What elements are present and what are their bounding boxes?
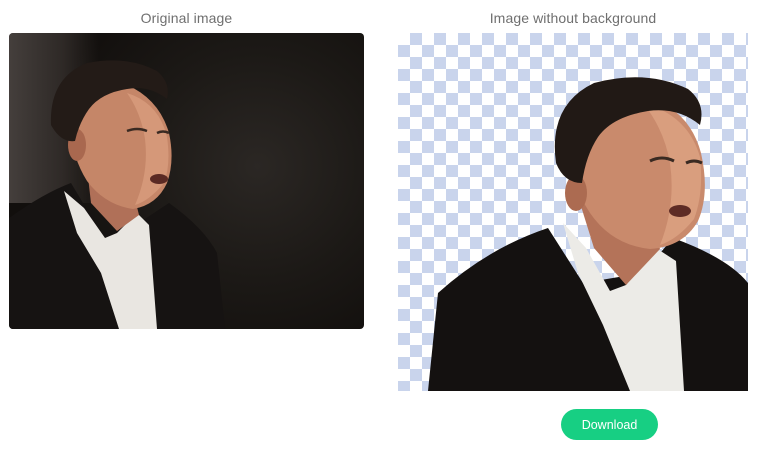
result-image-label: Image without background bbox=[489, 10, 657, 26]
person-photo bbox=[9, 33, 364, 329]
cutout-person bbox=[398, 33, 748, 391]
original-image bbox=[9, 33, 364, 329]
download-button[interactable]: Download bbox=[561, 409, 658, 440]
background-removed-image bbox=[398, 33, 748, 391]
original-image-label: Original image bbox=[140, 10, 233, 26]
